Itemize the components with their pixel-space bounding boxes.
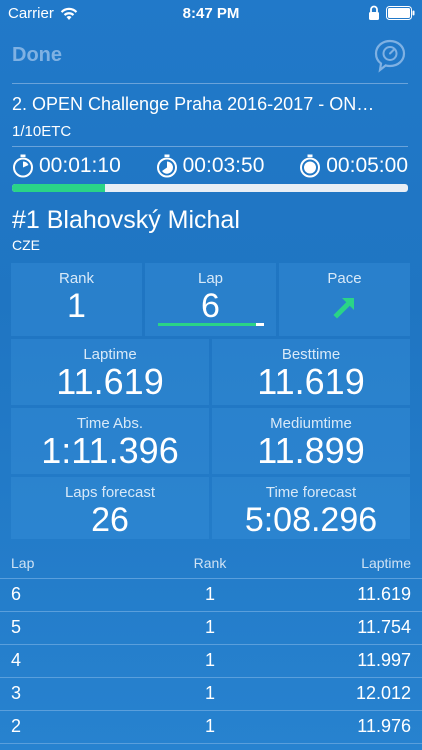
lapsforecast-label: Laps forecast [64,484,156,501]
row-divider [0,677,422,678]
timer-total-value: 00:05:00 [326,154,408,177]
row-lap: 6 [11,584,22,604]
lap-value: 6 [201,287,220,325]
stopwatch-icon [156,154,177,178]
timer-elapsed-value: 00:01:10 [39,154,121,177]
rank-column-header: Rank [193,555,227,571]
stopwatch-icon [13,154,33,178]
race-timers: 00:01:10 00:03:50 00:05:00 [12,152,408,180]
besttime-tile: Besttime 11.619 [212,339,410,405]
table-row[interactable]: 6 1 11.619 [0,584,422,617]
lap-table-header: Lap Rank Laptime [0,555,422,575]
mediumtime-value: 11.899 [257,430,365,471]
laptime-column-header: Laptime [361,555,411,571]
status-bar: Carrier 8:47 PM [0,0,422,28]
lap-column-header: Lap [11,555,35,571]
row-divider [0,710,422,711]
lapsforecast-value: 26 [91,501,129,539]
race-progress-bar [12,184,408,192]
timer-elapsed: 00:01:10 [12,152,121,180]
battery-icon [386,6,415,20]
done-button[interactable]: Done [12,44,62,67]
divider [12,83,408,84]
timeabs-value: 1:11.396 [41,430,179,471]
event-class: 1/10ETC [12,123,72,140]
driver-country: CZE [12,237,40,253]
row-lap: 3 [11,683,22,703]
row-laptime: 11.997 [357,650,411,670]
orientation-lock-icon [369,5,379,20]
table-row[interactable]: 3 1 12.012 [0,683,422,716]
pace-label: Pace [327,270,362,287]
race-progress-fill [12,184,106,192]
timer-remaining-value: 00:03:50 [182,154,265,177]
stopwatch-icon [300,154,321,178]
mediumtime-tile: Mediumtime 11.899 [212,408,410,474]
row-rank: 1 [204,584,215,604]
row-divider [0,578,422,579]
arrow-up-right-icon [332,298,354,319]
table-row[interactable]: 4 1 11.997 [0,650,422,683]
rank-tile: Rank 1 [11,263,142,336]
row-rank: 1 [204,683,215,703]
row-divider [0,743,422,744]
laptime-value: 11.619 [56,361,164,402]
row-rank: 1 [204,617,215,637]
timeforecast-value: 5:08.296 [244,501,378,539]
row-lap: 5 [11,617,22,637]
timer-total: 00:05:00 [299,152,408,180]
pace-tile: Pace [279,263,410,336]
nav-bar: Done [0,34,422,84]
table-row[interactable]: 5 1 11.754 [0,617,422,650]
row-divider [0,644,422,645]
row-rank: 1 [204,716,215,736]
chat-bubble-icon[interactable] [372,38,408,74]
driver-name: #1 Blahovský Michal [12,206,240,234]
row-laptime: 12.012 [355,683,411,703]
row-lap: 2 [11,716,22,736]
row-laptime: 11.976 [357,716,411,736]
timeforecast-label: Time forecast [265,484,357,501]
row-rank: 1 [204,650,215,670]
rank-value: 1 [67,287,86,325]
timeforecast-tile: Time forecast 5:08.296 [212,477,410,539]
lap-label: Lap [197,270,224,287]
rank-label: Rank [58,270,95,287]
timer-remaining: 00:03:50 [156,152,265,180]
event-title: 2. OPEN Challenge Praha 2016-2017 - ON… [12,94,375,114]
lapsforecast-tile: Laps forecast 26 [11,477,209,539]
laptime-tile: Laptime 11.619 [11,339,209,405]
divider [12,146,408,147]
status-right [368,5,416,21]
row-laptime: 11.619 [357,584,411,604]
row-divider [0,611,422,612]
table-row[interactable]: 2 1 11.976 [0,716,422,749]
lap-tile: Lap 6 [145,263,276,336]
besttime-value: 11.619 [257,361,365,402]
row-lap: 4 [11,650,22,670]
status-time: 8:47 PM [182,5,240,22]
timeabs-tile: Time Abs. 1:11.396 [11,408,209,474]
row-laptime: 11.754 [357,617,411,637]
lap-progress-marker [256,323,264,326]
lap-progress-bar [158,323,264,326]
